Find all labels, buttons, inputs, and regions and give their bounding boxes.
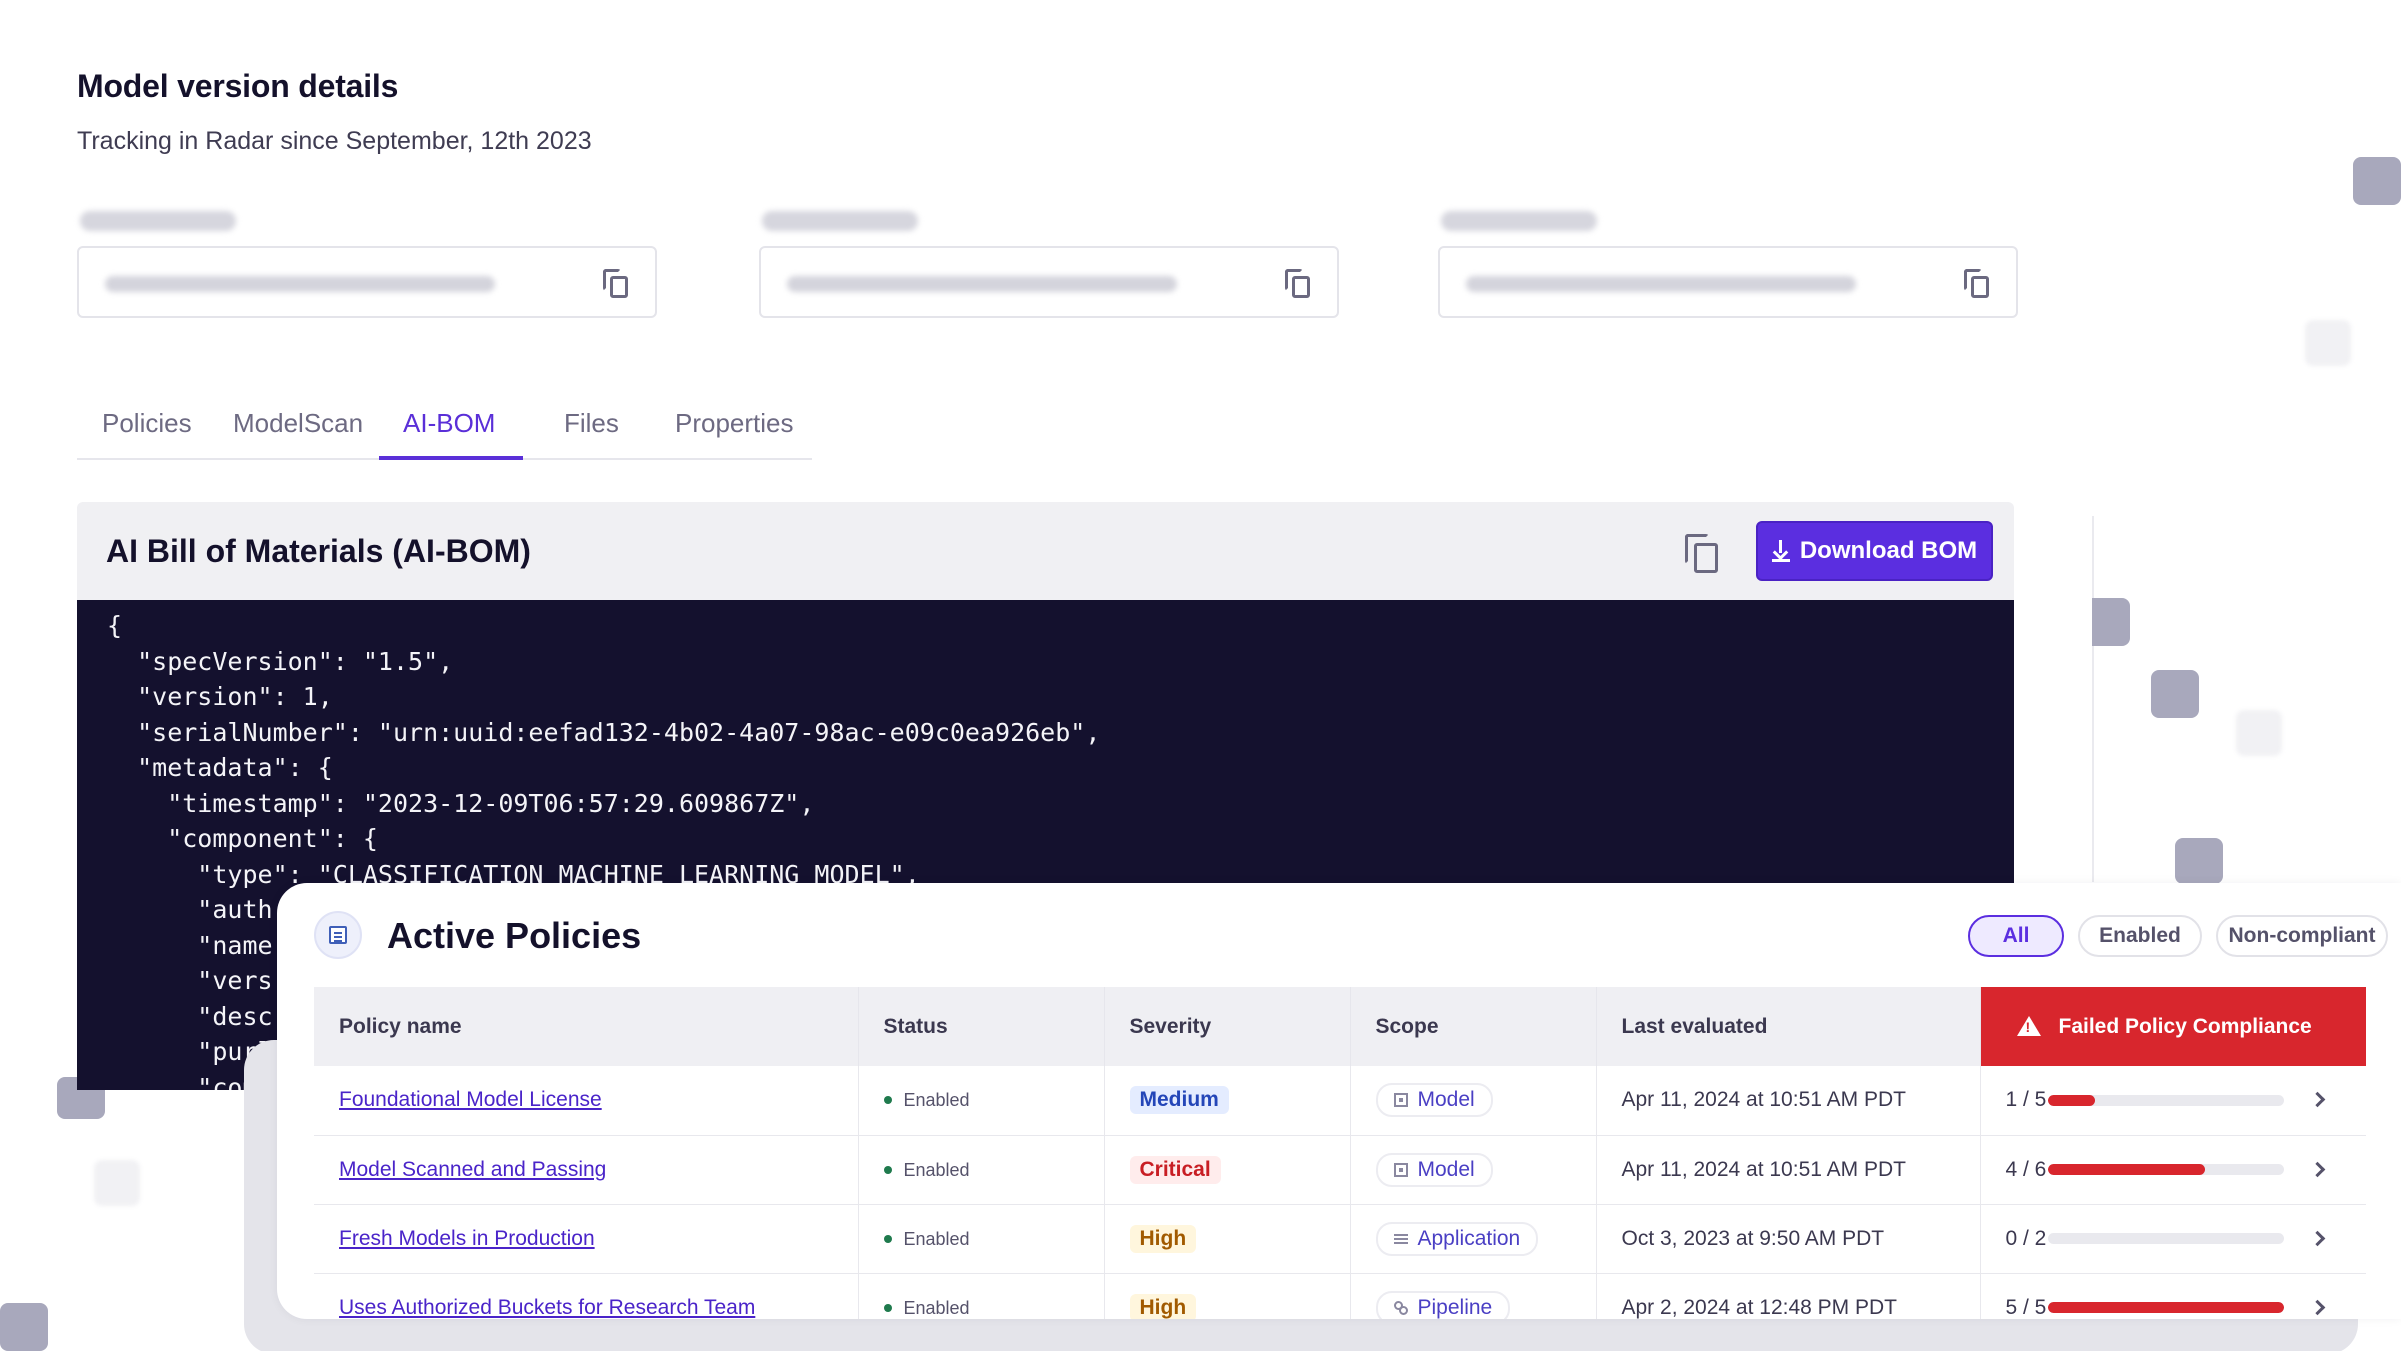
active-policies-title: Active Policies xyxy=(387,915,642,956)
active-policies-panel: Active Policies All Enabled Non-complian… xyxy=(277,883,2401,1319)
active-tab-indicator xyxy=(379,456,523,460)
model-icon xyxy=(1393,1162,1408,1177)
compliance-ratio: 5 / 5 xyxy=(2005,1295,2047,1319)
compliance-bar xyxy=(2047,1233,2284,1245)
last-evaluated: Apr 11, 2024 at 10:51 AM PDT xyxy=(1596,1135,1981,1205)
download-bom-button[interactable]: Download BOM xyxy=(1756,521,1993,581)
policy-name-link[interactable]: Model Scanned and Passing xyxy=(339,1158,606,1181)
column-header-failed-compliance[interactable]: Failed Policy Compliance xyxy=(1980,987,2366,1066)
field-value-redacted xyxy=(1466,276,1856,292)
tab-modelscan[interactable]: ModelScan xyxy=(233,408,363,439)
last-evaluated: Apr 2, 2024 at 12:48 PM PDT xyxy=(1596,1273,1981,1319)
download-bom-label: Download BOM xyxy=(1799,537,1978,564)
compliance-cell: 4 / 6 xyxy=(1980,1135,2366,1205)
decorative-square xyxy=(2353,157,2401,205)
chevron-right-icon[interactable] xyxy=(2309,1161,2325,1177)
status-text: Enabled xyxy=(903,1297,970,1318)
copy-icon[interactable] xyxy=(1285,269,1311,299)
severity-badge: Medium xyxy=(1129,1086,1229,1115)
scope-chip: Pipeline xyxy=(1375,1290,1511,1319)
column-header-scope[interactable]: Scope xyxy=(1350,987,1597,1066)
table-row[interactable]: Fresh Models in Production Enabled High … xyxy=(314,1204,2366,1274)
field-label-redacted xyxy=(762,211,918,231)
compliance-bar xyxy=(2047,1095,2284,1107)
application-icon xyxy=(1393,1232,1408,1246)
field-label-redacted xyxy=(80,211,236,231)
chevron-right-icon[interactable] xyxy=(2309,1299,2325,1315)
status-text: Enabled xyxy=(903,1228,970,1249)
pipeline-icon xyxy=(1393,1300,1408,1315)
policies-table: Policy name Status Severity Scope Last e… xyxy=(314,987,2366,1319)
tab-policies[interactable]: Policies xyxy=(102,408,192,439)
tab-ai-bom[interactable]: AI-BOM xyxy=(403,408,495,439)
table-row[interactable]: Uses Authorized Buckets for Research Tea… xyxy=(314,1273,2366,1319)
column-header-policy-name[interactable]: Policy name xyxy=(314,987,859,1066)
ai-bom-title: AI Bill of Materials (AI-BOM) xyxy=(106,533,531,569)
compliance-ratio: 0 / 2 xyxy=(2005,1226,2047,1250)
copy-icon[interactable] xyxy=(1964,269,1990,299)
column-header-severity[interactable]: Severity xyxy=(1104,987,1351,1066)
decorative-square xyxy=(2236,710,2282,756)
model-icon xyxy=(1393,1093,1408,1108)
table-header-row: Policy name Status Severity Scope Last e… xyxy=(314,987,2366,1066)
policy-name-link[interactable]: Fresh Models in Production xyxy=(339,1227,595,1250)
field-box-3 xyxy=(1438,246,2018,318)
last-evaluated: Apr 11, 2024 at 10:51 AM PDT xyxy=(1596,1066,1981,1136)
decorative-square xyxy=(2151,670,2199,718)
warning-icon xyxy=(2016,1015,2041,1036)
download-icon xyxy=(1771,540,1790,562)
severity-badge: High xyxy=(1129,1224,1197,1253)
status-dot xyxy=(883,1096,892,1105)
compliance-bar xyxy=(2047,1302,2284,1314)
column-header-last-evaluated[interactable]: Last evaluated xyxy=(1596,987,1981,1066)
scope-chip: Application xyxy=(1375,1221,1539,1256)
severity-badge: Critical xyxy=(1129,1155,1221,1184)
field-value-redacted xyxy=(105,276,495,292)
tab-files[interactable]: Files xyxy=(564,408,619,439)
status-text: Enabled xyxy=(903,1159,970,1180)
policy-name-link[interactable]: Foundational Model License xyxy=(339,1088,602,1111)
divider xyxy=(2092,516,2094,882)
chevron-right-icon[interactable] xyxy=(2309,1091,2325,1108)
policy-list-icon xyxy=(314,911,362,959)
filter-enabled[interactable]: Enabled xyxy=(2078,915,2202,957)
status-dot xyxy=(883,1165,892,1174)
tab-properties[interactable]: Properties xyxy=(675,408,794,439)
decorative-square xyxy=(94,1160,140,1206)
compliance-cell: 0 / 2 xyxy=(1980,1204,2366,1274)
table-row[interactable]: Model Scanned and Passing Enabled Critic… xyxy=(314,1135,2366,1205)
field-value-redacted xyxy=(787,276,1177,292)
table-row[interactable]: Foundational Model License Enabled Mediu… xyxy=(314,1066,2366,1136)
compliance-ratio: 1 / 5 xyxy=(2005,1088,2047,1112)
status-dot xyxy=(883,1303,892,1312)
last-evaluated: Oct 3, 2023 at 9:50 AM PDT xyxy=(1596,1204,1981,1274)
status-text: Enabled xyxy=(903,1090,970,1111)
decorative-square xyxy=(0,1303,48,1351)
scope-chip: Model xyxy=(1375,1152,1493,1187)
status-dot xyxy=(883,1234,892,1243)
copy-icon[interactable] xyxy=(603,269,629,299)
filter-non-compliant[interactable]: Non-compliant xyxy=(2216,915,2388,957)
decorative-square xyxy=(2305,320,2351,366)
tab-bar: Policies ModelScan AI-BOM Files Properti… xyxy=(77,390,812,460)
scope-chip: Model xyxy=(1375,1083,1493,1118)
compliance-ratio: 4 / 6 xyxy=(2005,1157,2047,1181)
severity-badge: High xyxy=(1129,1293,1197,1319)
decorative-square xyxy=(2175,838,2223,884)
page-subtitle: Tracking in Radar since September, 12th … xyxy=(77,127,592,155)
compliance-bar xyxy=(2047,1164,2284,1176)
compliance-cell: 1 / 5 xyxy=(1980,1066,2366,1136)
filter-all[interactable]: All xyxy=(1968,915,2064,957)
policy-name-link[interactable]: Uses Authorized Buckets for Research Tea… xyxy=(339,1296,755,1319)
field-label-redacted xyxy=(1441,211,1597,231)
page-title: Model version details xyxy=(77,68,399,104)
compliance-cell: 5 / 5 xyxy=(1980,1273,2366,1319)
field-box-2 xyxy=(759,246,1339,318)
chevron-right-icon[interactable] xyxy=(2309,1230,2325,1246)
copy-bom-icon[interactable] xyxy=(1685,534,1719,574)
decorative-square xyxy=(2092,598,2130,646)
column-header-status[interactable]: Status xyxy=(858,987,1105,1066)
field-box-1 xyxy=(77,246,657,318)
